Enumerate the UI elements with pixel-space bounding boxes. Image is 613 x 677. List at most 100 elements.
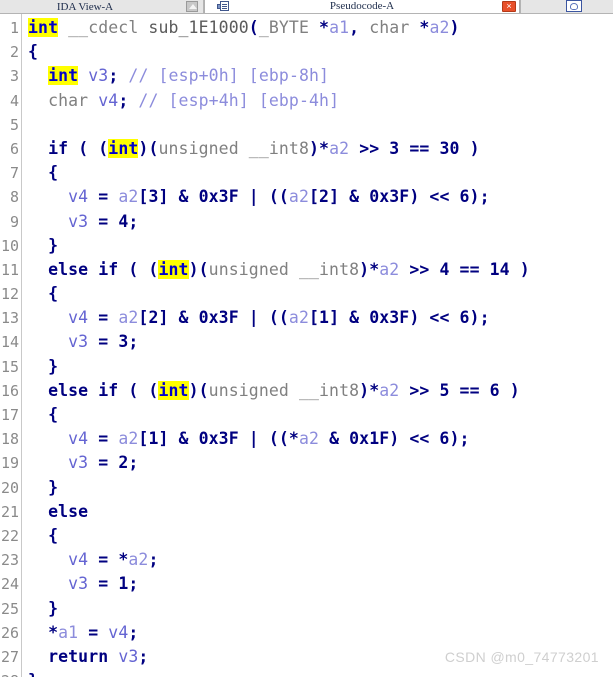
line-number: 28 [0, 669, 21, 677]
line-number: 20 [0, 478, 19, 497]
code-line-text: int __cdecl sub_1E1000(_BYTE *a1, char *… [21, 16, 460, 40]
code-line-text: { [21, 524, 58, 548]
code-line[interactable]: 8 v4 = a2[3] & 0x3F | ((a2[2] & 0x3F) <<… [0, 185, 613, 209]
code-line-text: v4 = *a2; [21, 548, 158, 572]
code-token-punc: ; [138, 646, 149, 666]
code-token-punc: , [349, 18, 370, 37]
code-line-list: 1 int __cdecl sub_1E1000(_BYTE *a1, char … [0, 16, 613, 677]
code-token-var: v3 [68, 211, 89, 231]
code-line[interactable]: 4 char v4; // [esp+4h] [ebp-4h] [0, 89, 613, 113]
code-line-text: v4 = a2[1] & 0x3F | ((*a2 & 0x1F) << 6); [21, 427, 470, 451]
code-token-arg: a2 [329, 138, 350, 158]
code-token-arg: a1 [58, 622, 79, 642]
code-token-punc: * [369, 380, 380, 400]
code-line[interactable]: 21 else [0, 500, 613, 524]
code-line[interactable]: 9 v3 = 4; [0, 210, 613, 234]
code-line-text: else [21, 500, 88, 524]
line-number: 26 [0, 623, 19, 642]
code-line[interactable]: 1 int __cdecl sub_1E1000(_BYTE *a1, char … [0, 16, 613, 40]
code-token-punc: )( [138, 138, 159, 158]
code-line[interactable]: 14 v3 = 3; [0, 330, 613, 354]
code-line[interactable]: 18 v4 = a2[1] & 0x3F | ((*a2 & 0x1F) << … [0, 427, 613, 451]
code-line[interactable]: 19 v3 = 2; [0, 451, 613, 475]
code-line-text: v4 = a2[3] & 0x3F | ((a2[2] & 0x3F) << 6… [21, 185, 490, 209]
code-token-punc: )( [188, 259, 209, 279]
code-line[interactable]: 10 } [0, 234, 613, 258]
code-token-punc: = [78, 622, 109, 642]
tab-ida-view-label: IDA View-A [56, 1, 114, 13]
code-line[interactable]: 16 else if ( (int)(unsigned __int8)*a2 >… [0, 379, 613, 403]
code-token-punc: { [28, 405, 59, 424]
code-line[interactable]: 28} [0, 669, 613, 677]
code-token-punc: * [419, 18, 430, 37]
code-token-punc: ; [118, 90, 129, 110]
code-line[interactable]: 24 v3 = 1; [0, 572, 613, 596]
watermark: CSDN @m0_74773201 [444, 649, 599, 665]
code-line[interactable]: 7 { [0, 161, 613, 185]
code-line[interactable]: 23 v4 = *a2; [0, 548, 613, 572]
code-token-punc: } [28, 235, 59, 255]
line-number: 7 [9, 164, 19, 183]
code-token-punc: ; [148, 550, 159, 570]
code-token-punc: >> 3 == 30 ) [349, 138, 480, 158]
code-line[interactable]: 13 v4 = a2[2] & 0x3F | ((a2[1] & 0x3F) <… [0, 306, 613, 330]
restore-window-icon[interactable] [186, 1, 198, 12]
line-number: 18 [0, 430, 19, 449]
code-token-punc: ; [108, 66, 119, 86]
code-token-punc: } [28, 598, 59, 618]
code-token-punc: ( ( [118, 380, 159, 400]
code-line[interactable]: 6 if ( (int)(unsigned __int8)*a2 >> 3 ==… [0, 137, 613, 161]
code-line-text: } [21, 597, 58, 621]
tab-pseudocode[interactable]: Pseudocode-A [204, 0, 520, 13]
code-token-punc: ) [449, 18, 460, 37]
line-number: 17 [0, 406, 19, 424]
code-line[interactable]: 26 *a1 = v4; [0, 621, 613, 645]
code-token-punc: } [28, 477, 59, 497]
pseudocode-editor[interactable]: 1 int __cdecl sub_1E1000(_BYTE *a1, char … [0, 14, 613, 677]
code-line[interactable]: 22 { [0, 524, 613, 548]
code-token-var: v3 [68, 332, 89, 352]
code-token-var: v4 [98, 90, 119, 110]
code-line[interactable]: 20 } [0, 476, 613, 500]
code-line[interactable]: 12 { [0, 282, 613, 306]
code-token-arg: a1 [329, 18, 350, 37]
code-line[interactable]: 11 else if ( (int)(unsigned __int8)*a2 >… [0, 258, 613, 282]
code-line-text: { [21, 40, 38, 64]
code-token-punc: = [88, 308, 119, 328]
code-line[interactable]: 3 int v3; // [esp+0h] [ebp-8h] [0, 64, 613, 88]
code-token-punc: * [369, 259, 380, 279]
code-token-punc: = [88, 187, 119, 207]
code-token-punc: { [28, 284, 59, 304]
code-line[interactable]: 25 } [0, 597, 613, 621]
tab-ida-view[interactable]: IDA View-A [0, 0, 204, 13]
document-line-1 [222, 4, 227, 5]
code-token-hl: int [158, 380, 189, 400]
code-line[interactable]: 17 { [0, 403, 613, 427]
line-number: 6 [9, 139, 19, 158]
code-token-punc: >> 4 == 14 ) [399, 259, 530, 279]
window-icon[interactable] [566, 0, 582, 12]
code-token-punc: ) [309, 138, 320, 158]
code-line[interactable]: 2{ [0, 40, 613, 64]
code-token-type: __cdecl [58, 18, 149, 37]
code-token-punc: ) [359, 380, 370, 400]
document-tab-shape [217, 4, 221, 9]
code-token-arg: a2 [118, 187, 139, 207]
code-token-punc: = 4; [88, 211, 139, 231]
code-token-hl: int [48, 66, 79, 86]
code-token-punc: ) [359, 259, 370, 279]
code-token-cmt: // [esp+0h] [ebp-8h] [128, 66, 330, 86]
line-number: 3 [9, 67, 19, 86]
line-number: 4 [9, 91, 19, 110]
code-line[interactable]: 15 } [0, 355, 613, 379]
line-number: 11 [0, 260, 19, 279]
close-icon[interactable]: × [502, 1, 516, 12]
code-line[interactable]: 5 [0, 113, 613, 137]
code-token-punc: } [28, 356, 59, 376]
line-number: 1 [9, 19, 19, 37]
